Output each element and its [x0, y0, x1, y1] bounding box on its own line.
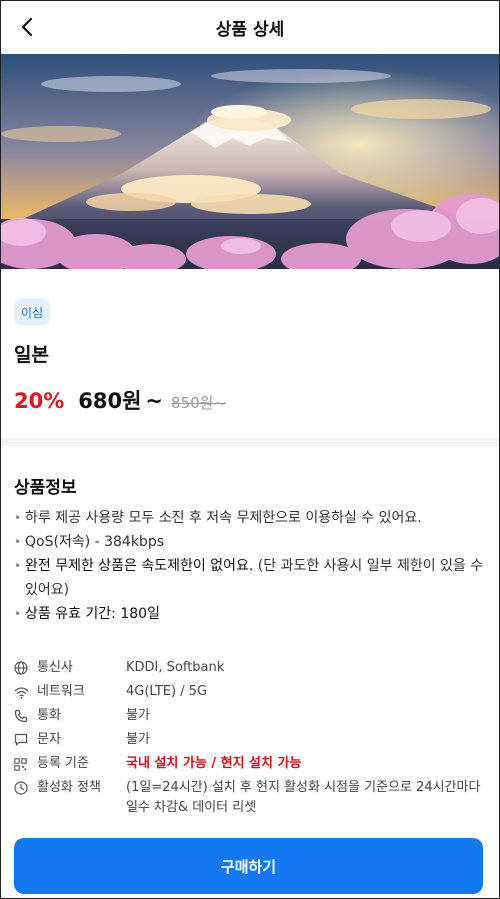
header: 상품 상세: [0, 0, 500, 54]
info-bullet: 완전 무제한 상품은 속도제한이 없어요. (단 과도한 사용시 일부 제한이 …: [14, 554, 486, 602]
original-price: 850원~: [171, 394, 227, 412]
chevron-left-icon: [21, 17, 33, 37]
info-bullet: 하루 제공 사용량 모두 소진 후 저속 무제한으로 이용하실 수 있어요.: [14, 506, 486, 530]
price-row: 20% 680원 ~ 850원~: [14, 385, 226, 415]
spec-label: 네트워크: [37, 684, 85, 699]
info-bullet-list: 하루 제공 사용량 모두 소진 후 저속 무제한으로 이용하실 수 있어요. Q…: [14, 506, 486, 626]
spec-list: 통신사 KDDI, Softbank 네트워크 4G(LTE) / 5G 통화 …: [14, 656, 486, 818]
sale-price: 680원: [78, 389, 142, 413]
price-suffix: ~: [145, 389, 164, 413]
section-divider: [1, 438, 499, 446]
spec-row-activation: 활성화 정책 (1일=24시간) 설치 후 현지 활성화 시점을 기준으로 24…: [14, 776, 486, 818]
esim-badge: 이심: [14, 299, 51, 325]
page-title: 상품 상세: [215, 19, 285, 40]
spec-row-registration: 등록 기준 국내 설치 가능 / 현지 설치 가능: [14, 752, 486, 776]
spec-row-network: 네트워크 4G(LTE) / 5G: [14, 680, 486, 704]
buy-button[interactable]: 구매하기: [14, 838, 483, 894]
info-bullet: QoS(저속) - 384kbps: [14, 530, 486, 554]
spec-row-call: 통화 불가: [14, 704, 486, 728]
spec-row-sms: 문자 불가: [14, 728, 486, 752]
spec-label: 통화: [37, 708, 61, 723]
spec-value: 4G(LTE) / 5G: [126, 684, 208, 699]
spec-label: 통신사: [37, 660, 73, 675]
info-bullet: 상품 유효 기간: 180일: [14, 602, 486, 626]
spec-value: 국내 설치 가능 / 현지 설치 가능: [126, 756, 302, 771]
wifi-icon: [14, 680, 32, 704]
back-button[interactable]: [14, 14, 40, 40]
spec-label: 문자: [37, 732, 61, 747]
clock-icon: [14, 776, 32, 800]
spec-label: 등록 기준: [37, 756, 89, 771]
info-section-title: 상품정보: [14, 478, 77, 498]
spec-value: KDDI, Softbank: [126, 660, 225, 675]
spec-value: (1일=24시간) 설치 후 현지 활성화 시점을 기준으로 24시간마다 일수…: [126, 780, 481, 815]
product-hero-image: [1, 54, 499, 269]
discount-rate: 20%: [14, 389, 65, 413]
spec-value: 불가: [126, 732, 150, 747]
message-icon: [14, 728, 32, 752]
spec-label: 활성화 정책: [37, 780, 101, 795]
phone-icon: [14, 704, 32, 728]
globe-icon: [14, 656, 32, 680]
product-country: 일본: [14, 344, 49, 366]
qr-icon: [14, 752, 32, 776]
spec-row-carrier: 통신사 KDDI, Softbank: [14, 656, 486, 680]
spec-value: 불가: [126, 708, 150, 723]
